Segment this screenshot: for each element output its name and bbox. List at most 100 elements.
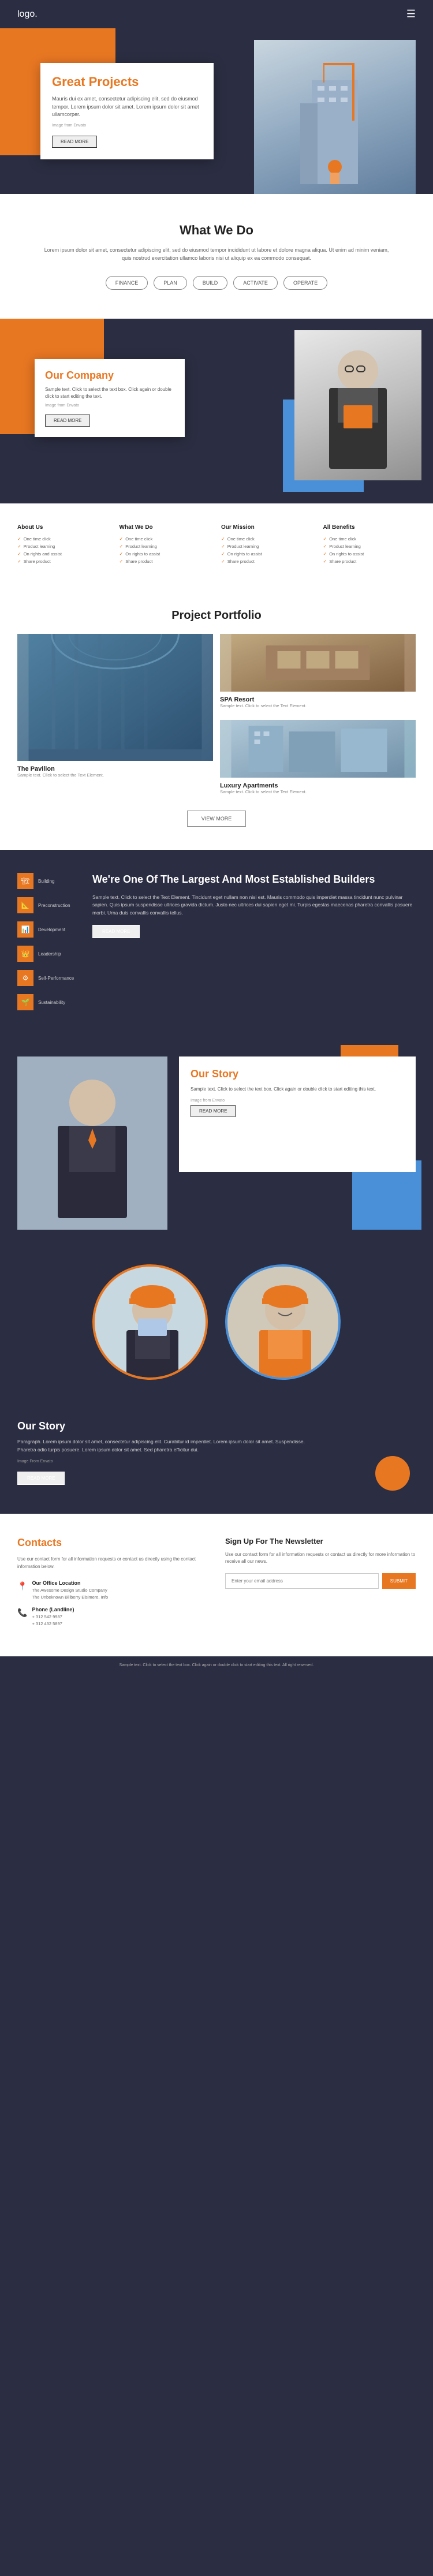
phone-icon: 📞	[17, 1608, 27, 1618]
company-read-more-button[interactable]: READ MORE	[45, 415, 90, 427]
pill-build[interactable]: BUILD	[193, 276, 228, 290]
about-col-4-item-4: ✓Share product	[323, 558, 416, 565]
story-read-more-button[interactable]: READ MORE	[191, 1105, 236, 1117]
spa-caption: Sample text. Click to select the Text El…	[220, 703, 416, 708]
builder-icon-development: 📊 Development	[17, 921, 81, 938]
view-more-button[interactable]: VIEW MORE	[187, 811, 247, 827]
contacts-section: Contacts Use our contact form for all in…	[0, 1514, 433, 1656]
about-col-1-item-4: ✓Share product	[17, 558, 110, 565]
worker-2-svg	[227, 1267, 341, 1380]
about-col-4-heading: All Benefits	[323, 524, 416, 531]
sustainability-icon: 🌱	[17, 994, 33, 1010]
newsletter-heading: Sign Up For The Newsletter	[225, 1537, 416, 1545]
story-inner: Our Story Sample text. Click to select t…	[17, 1056, 416, 1230]
building-icon: 🏗	[17, 873, 33, 889]
about-col-3: Our Mission ✓One time click ✓Product lea…	[221, 524, 314, 565]
newsletter-submit-button[interactable]: SUBMIT	[382, 1573, 416, 1589]
contact-office-address: The Unbeknown Billberry Elsimere, Info	[32, 1594, 108, 1601]
about-col-2-heading: What We Do	[120, 524, 212, 531]
portfolio-img-pavilion	[17, 634, 213, 761]
about-section: About Us ✓One time click ✓Product learni…	[0, 503, 433, 586]
nav-menu-icon[interactable]: ☰	[406, 8, 416, 20]
preconstruction-icon: 📐	[17, 897, 33, 913]
contact-office-name: The Awesome Design Studio Company	[32, 1587, 108, 1594]
location-icon: 📍	[17, 1581, 27, 1591]
newsletter-body: Use our contact form for all information…	[225, 1551, 416, 1565]
footer: Sample text. Click to select the text bo…	[0, 1656, 433, 1674]
worker-circle-1	[92, 1264, 208, 1380]
luxury-title: Luxury Apartments	[220, 782, 416, 789]
about-col-3-item-3: ✓On rights to assist	[221, 550, 314, 558]
about-col-1-list: ✓One time click ✓Product learning ✓On ri…	[17, 535, 110, 565]
hero-building-svg	[277, 57, 393, 194]
pill-plan[interactable]: PLAN	[154, 276, 187, 290]
company-person-svg	[294, 330, 421, 480]
story-body: Sample text. Click to select the text bo…	[191, 1086, 404, 1093]
luxury-svg	[220, 720, 416, 778]
newsletter-section: Sign Up For The Newsletter Use our conta…	[225, 1537, 416, 1633]
navbar: logo. ☰	[0, 0, 433, 28]
worker-circle-2	[225, 1264, 341, 1380]
portfolio-item-spa[interactable]: SPA Resort Sample text. Click to select …	[220, 634, 416, 713]
builder-icon-selfperformance: ⚙ Self-Performance	[17, 970, 81, 986]
about-col-2-item-4: ✓Share product	[120, 558, 212, 565]
spa-title: SPA Resort	[220, 696, 416, 703]
development-label: Development	[38, 927, 65, 932]
preconstruction-label: Preconstruction	[38, 903, 70, 908]
company-card: Our Company Sample text. Click to select…	[35, 359, 185, 437]
pill-finance[interactable]: FINANCE	[106, 276, 148, 290]
hero-card: Great Projects Mauris dui ex amet, conse…	[40, 63, 214, 159]
about-col-4-item-1: ✓One time click	[323, 535, 416, 543]
about-col-2-item-1: ✓One time click	[120, 535, 212, 543]
leadership-label: Leadership	[38, 951, 61, 957]
about-col-3-item-2: ✓Product learning	[221, 543, 314, 550]
story-person-svg	[17, 1056, 167, 1230]
about-col-3-item-1: ✓One time click	[221, 535, 314, 543]
pill-operate[interactable]: OPERATE	[283, 276, 327, 290]
portfolio-img-luxury	[220, 720, 416, 778]
worker-1-svg	[95, 1267, 208, 1380]
portfolio-item-luxury[interactable]: Luxury Apartments Sample text. Click to …	[220, 720, 416, 799]
about-col-4-item-3: ✓On rights to assist	[323, 550, 416, 558]
what-we-do-section: What We Do Lorem ipsum dolor sit amet, c…	[0, 194, 433, 319]
portfolio-img-spa	[220, 634, 416, 692]
hero-read-more-button[interactable]: READ MORE	[52, 136, 97, 148]
contact-office-detail: Our Office Location The Awesome Design S…	[32, 1580, 108, 1601]
story2-content: Our Story Paragraph. Lorem ipsum dolor s…	[17, 1420, 306, 1485]
portfolio-grid: The Pavilion Sample text. Click to selec…	[17, 634, 416, 799]
contact-phone: 📞 Phone (Landline) + 312 542 9987 + 312 …	[17, 1607, 208, 1627]
hero-img-label: Image from Envato	[52, 124, 202, 128]
what-we-do-intro: Lorem ipsum dolor sit amet, consectetur …	[43, 246, 390, 263]
newsletter-form: SUBMIT	[225, 1573, 416, 1589]
hero-section: Great Projects Mauris dui ex amet, conse…	[0, 28, 433, 194]
company-photo-inner	[294, 330, 421, 480]
about-col-2-list: ✓One time click ✓Product learning ✓On ri…	[120, 535, 212, 565]
builders-read-more-button[interactable]: READ MORE	[92, 925, 140, 938]
pills-container: FINANCE PLAN BUILD ACTIVATE OPERATE	[23, 276, 410, 290]
story-title: Our Story	[191, 1068, 404, 1080]
pill-activate[interactable]: ACTIVATE	[233, 276, 278, 290]
pavilion-svg	[17, 634, 213, 761]
company-img-label: Image from Envato	[45, 404, 174, 408]
luxury-caption: Sample text. Click to select the Text El…	[220, 789, 416, 794]
hero-image	[254, 40, 416, 194]
spa-svg	[220, 634, 416, 692]
about-col-4-item-2: ✓Product learning	[323, 543, 416, 550]
portfolio-caption-pavilion: The Pavilion Sample text. Click to selec…	[17, 761, 213, 782]
builders-content: We're One Of The Largest And Most Establ…	[92, 873, 416, 938]
contact-office: 📍 Our Office Location The Awesome Design…	[17, 1580, 208, 1601]
builders-body: Sample text. Click to select the Text El…	[92, 894, 416, 917]
story2-section: Our Story Paragraph. Lorem ipsum dolor s…	[0, 1403, 433, 1514]
contacts-left: Contacts Use our contact form for all in…	[17, 1537, 208, 1633]
newsletter-email-input[interactable]	[225, 1573, 379, 1589]
about-col-1-item-2: ✓Product learning	[17, 543, 110, 550]
building-label: Building	[38, 879, 54, 884]
portfolio-item-pavilion[interactable]: The Pavilion Sample text. Click to selec…	[17, 634, 213, 799]
about-col-2: What We Do ✓One time click ✓Product lear…	[120, 524, 212, 565]
story2-read-more-button[interactable]: READ MORE	[17, 1472, 65, 1485]
company-photo	[294, 330, 421, 480]
about-col-4-list: ✓One time click ✓Product learning ✓On ri…	[323, 535, 416, 565]
what-we-do-heading: What We Do	[23, 223, 410, 238]
portfolio-heading: Project Portfolio	[17, 609, 416, 622]
builder-icon-preconstruction: 📐 Preconstruction	[17, 897, 81, 913]
